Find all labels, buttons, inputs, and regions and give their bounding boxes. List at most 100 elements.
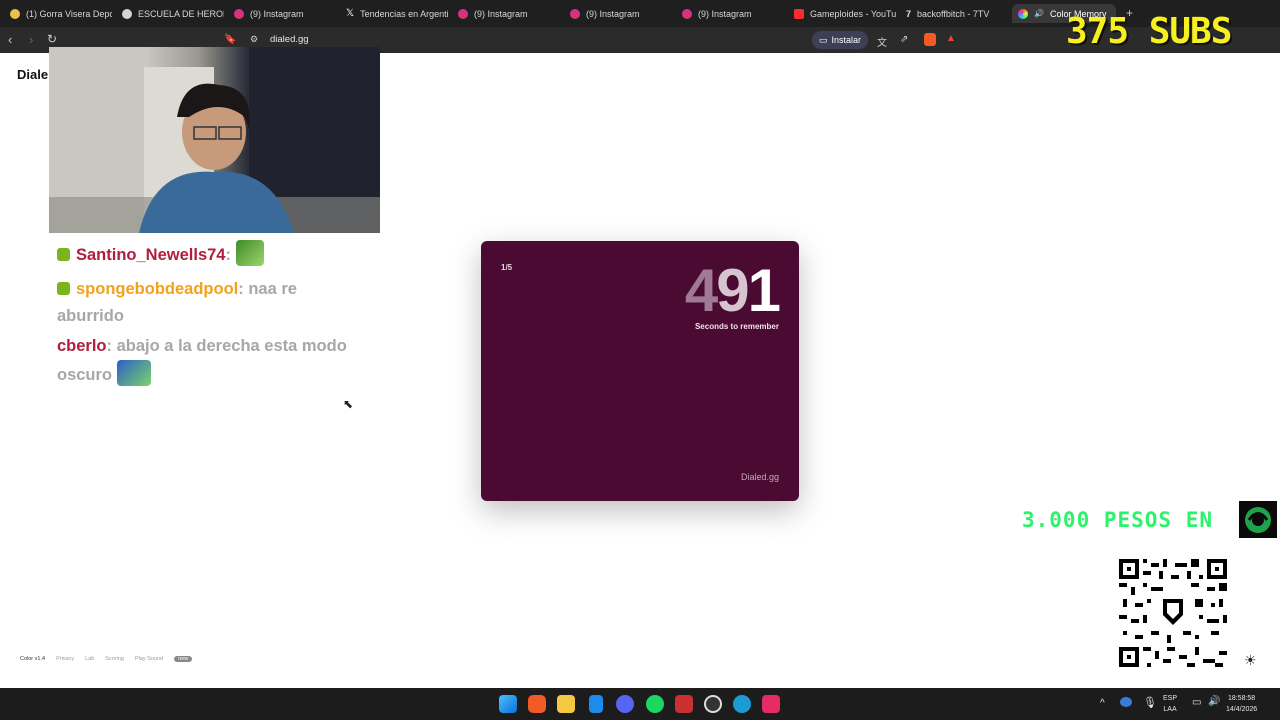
- footer-link-privacy[interactable]: Privacy: [56, 656, 74, 662]
- tiktok-icon[interactable]: [762, 695, 780, 713]
- card-brand: Dialed.gg: [740, 472, 779, 482]
- chat-username: cberlo: [57, 337, 107, 355]
- translate-icon[interactable]: 文: [877, 34, 887, 49]
- chat-overlay: Santino_Newells74: spongebobdeadpool: na…: [57, 240, 357, 389]
- promo-logo-icon: [1239, 501, 1277, 538]
- tab-favicon-icon: [122, 8, 132, 19]
- tab-title: (9) Instagram: [586, 8, 640, 19]
- tab-instagram-3[interactable]: (9) Instagram: [564, 4, 672, 23]
- tray-overflow-icon[interactable]: ^: [1100, 698, 1105, 709]
- instagram-icon: [682, 8, 692, 19]
- tab-escuela[interactable]: ESCUELA DE HEROES: [116, 4, 224, 23]
- tab-instagram-4[interactable]: (9) Instagram: [676, 4, 784, 23]
- discord-icon[interactable]: [616, 695, 634, 713]
- windows-taskbar: ^ 🎙 ESP LAA ▭ 🔊 18:58:58 14/4/2026: [0, 688, 1280, 720]
- emote-icon: [235, 240, 264, 266]
- chat-username: spongebobdeadpool: [76, 280, 239, 298]
- forward-icon[interactable]: ›: [29, 32, 33, 47]
- tab-title: (9) Instagram: [474, 8, 528, 19]
- subscriber-badge-icon: [57, 248, 70, 261]
- reload-icon[interactable]: ↻: [47, 32, 57, 46]
- start-icon[interactable]: [499, 695, 517, 713]
- qr-code-image: [1119, 559, 1227, 667]
- install-button[interactable]: ▭ Instalar: [812, 31, 869, 49]
- chat-message: spongebobdeadpool: naa re aburrido: [57, 280, 297, 325]
- tab-title: (9) Instagram: [250, 8, 304, 19]
- system-clock[interactable]: 18:58:58 14/4/2026: [1226, 693, 1257, 715]
- x-logo-icon: 𝕏: [346, 8, 355, 19]
- clock-date: 14/4/2026: [1226, 706, 1258, 713]
- keyboard-layout: LAA: [1163, 706, 1177, 713]
- spotify-icon[interactable]: [646, 695, 664, 713]
- brave-rewards-icon[interactable]: ▲: [946, 33, 956, 44]
- tab-title: Gameploides - YouTu: [810, 8, 896, 19]
- countdown-digit: 9: [716, 257, 749, 324]
- color-memory-card: 1/5 491 Seconds to remember Dialed.gg: [481, 241, 799, 501]
- version-label: Color v1.4: [20, 656, 46, 662]
- youtube-icon: [794, 8, 804, 19]
- install-icon: ▭: [819, 34, 828, 45]
- speaker-icon: 🔊: [1034, 9, 1044, 18]
- subscriber-badge-icon: [57, 282, 70, 295]
- color-wheel-icon: [1018, 8, 1028, 19]
- subs-counter-overlay: 375 SUBS: [1066, 11, 1232, 52]
- stream-app-icon[interactable]: [675, 695, 693, 713]
- file-explorer-icon[interactable]: [557, 695, 575, 713]
- language-code: ESP: [1163, 695, 1178, 702]
- tab-favicon-icon: [10, 8, 20, 19]
- tab-title: (9) Instagram: [698, 8, 752, 19]
- tab-title: ESCUELA DE HEROES: [138, 8, 224, 19]
- emote-icon: [116, 360, 151, 386]
- back-icon[interactable]: ‹: [8, 32, 12, 47]
- clock-time: 18:58:58: [1227, 695, 1256, 702]
- countdown-digit: 1: [747, 257, 781, 324]
- tab-tendencias[interactable]: 𝕏 Tendencias en Argenti: [340, 4, 448, 23]
- countdown-timer: 491: [685, 261, 781, 321]
- bing-icon[interactable]: [589, 695, 603, 713]
- tab-instagram-1[interactable]: (9) Instagram: [228, 4, 336, 23]
- edge-icon[interactable]: [733, 695, 751, 713]
- round-indicator: 1/5: [501, 263, 513, 272]
- site-settings-icon[interactable]: ⚙: [250, 34, 258, 45]
- spinning-logo-icon: [1245, 506, 1271, 533]
- site-logo[interactable]: Diale: [17, 67, 48, 82]
- cloud-icon[interactable]: [1120, 697, 1132, 707]
- footer-link-scoring[interactable]: Scoring: [105, 656, 124, 662]
- tab-instagram-2[interactable]: (9) Instagram: [452, 4, 560, 23]
- new-badge: new: [174, 656, 193, 662]
- instagram-icon: [234, 8, 244, 19]
- mouse-cursor-icon: ⬉: [343, 397, 354, 411]
- theme-toggle-sun-icon[interactable]: ☀: [1244, 652, 1257, 669]
- share-icon[interactable]: ⇗: [900, 34, 908, 45]
- tab-7tv[interactable]: 7 backoffbitch - 7TV: [900, 4, 1008, 23]
- webcam-overlay: [49, 47, 380, 233]
- tab-title: backoffbitch - 7TV: [917, 8, 990, 19]
- url-field[interactable]: dialed.gg: [270, 34, 309, 45]
- tab-gorra[interactable]: (1) Gorra Visera Depo: [4, 4, 112, 23]
- install-label: Instalar: [831, 35, 862, 45]
- webcam-image: [49, 47, 380, 233]
- promo-overlay-text: 3.000 PESOS EN: [1022, 508, 1214, 532]
- chat-message: cberlo: abajo a la derecha esta modo osc…: [57, 337, 347, 386]
- chat-username: Santino_Newells74: [76, 246, 226, 264]
- countdown-label: Seconds to remember: [694, 322, 779, 331]
- tab-youtube[interactable]: Gameploides - YouTu: [788, 4, 896, 23]
- network-icon[interactable]: ▭: [1192, 697, 1201, 708]
- chrome-icon[interactable]: [704, 695, 722, 713]
- brave-icon[interactable]: [528, 695, 546, 713]
- microphone-icon[interactable]: 🎙: [1143, 696, 1157, 709]
- countdown-digit: 4: [684, 257, 718, 324]
- chat-message: Santino_Newells74:: [57, 240, 357, 269]
- qr-code: [1119, 559, 1227, 667]
- bookmark-icon[interactable]: 🔖: [224, 34, 236, 45]
- footer-link-play-sound[interactable]: Play Sound: [135, 656, 163, 662]
- language-indicator[interactable]: ESP LAA: [1163, 693, 1177, 715]
- tab-title: (1) Gorra Visera Depo: [26, 8, 112, 19]
- 7tv-icon: 7: [906, 8, 912, 19]
- instagram-icon: [458, 8, 468, 19]
- page-footer: Color v1.4 Privacy Lab Scoring Play Soun…: [20, 656, 193, 662]
- footer-link-lab[interactable]: Lab: [85, 656, 94, 662]
- tab-title: Tendencias en Argenti: [360, 8, 448, 19]
- brave-shields-icon[interactable]: [924, 33, 936, 46]
- volume-icon[interactable]: 🔊: [1208, 696, 1220, 707]
